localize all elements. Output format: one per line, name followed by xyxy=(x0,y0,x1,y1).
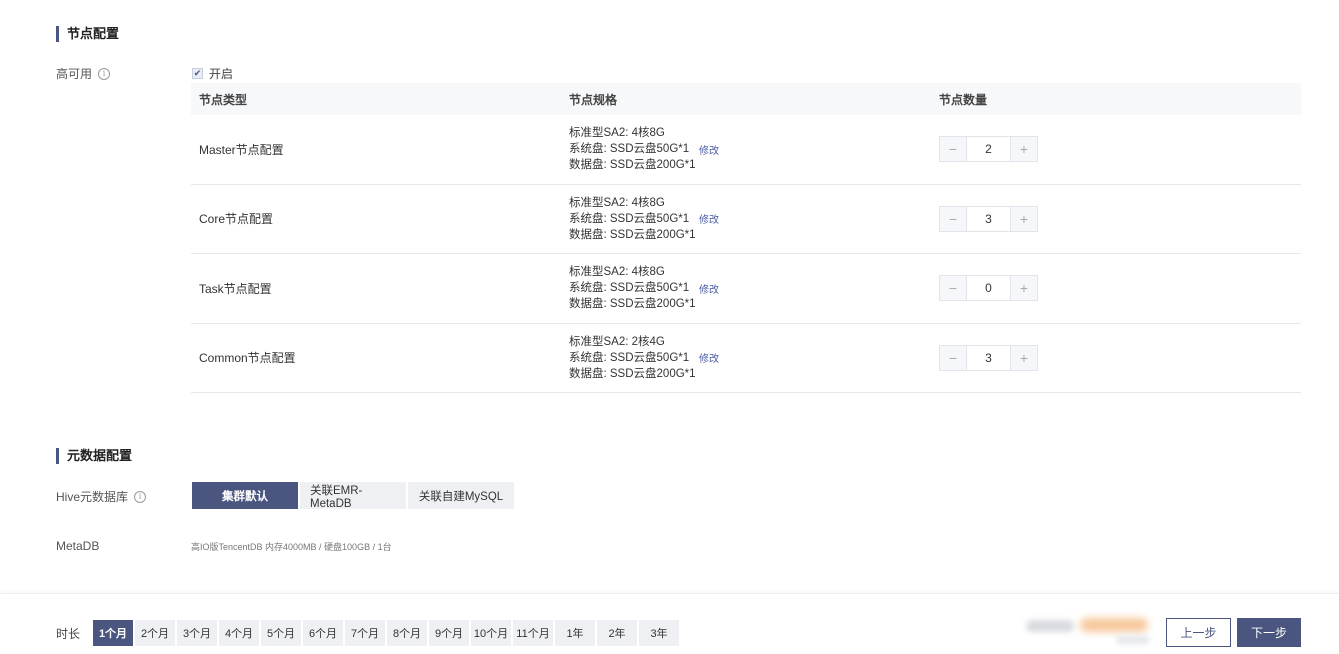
ha-label: 高可用 xyxy=(56,67,93,81)
node-type-cell: Core节点配置 xyxy=(199,212,274,227)
hive-label: Hive元数据库 xyxy=(56,490,129,504)
blurred-price-value xyxy=(1080,618,1148,632)
info-icon[interactable]: i xyxy=(134,490,147,503)
table-row-common: Common节点配置 标准型SA2: 2核4G 系统盘: SSD云盘50G*1 … xyxy=(191,324,1301,393)
spec-system-disk: 系统盘: SSD云盘50G*1 xyxy=(569,282,690,295)
table-row-core: Core节点配置 标准型SA2: 4核8G 系统盘: SSD云盘50G*1 数据… xyxy=(191,185,1301,254)
plus-icon[interactable]: + xyxy=(1011,345,1037,370)
quantity-stepper: − 3 + xyxy=(939,344,1038,371)
spec-data-disk: 数据盘: SSD云盘200G*1 xyxy=(569,298,696,311)
spec-instance: 标准型SA2: 4核8G xyxy=(569,127,665,140)
duration-option[interactable]: 1年 xyxy=(555,620,595,646)
minus-icon[interactable]: − xyxy=(940,345,966,370)
option-emr-metadb[interactable]: 关联EMR-MetaDB xyxy=(300,482,406,510)
spec-lines: 标准型SA2: 4核8G 系统盘: SSD云盘50G*1 数据盘: SSD云盘2… xyxy=(569,195,699,243)
node-type-cell: Task节点配置 xyxy=(199,281,272,296)
quantity-stepper: − 3 + xyxy=(939,205,1038,232)
plus-icon[interactable]: + xyxy=(1011,276,1037,301)
quantity-stepper: − 2 + xyxy=(939,136,1038,163)
quantity-value[interactable]: 2 xyxy=(966,137,1011,162)
node-count-cell: − 3 + xyxy=(931,205,1301,232)
node-type-cell: Master节点配置 xyxy=(199,142,284,157)
minus-icon[interactable]: − xyxy=(940,276,966,301)
footer-bar: 时长 1个月 2个月 3个月 4个月 5个月 6个月 7个月 8个月 9个月 1… xyxy=(0,593,1339,654)
duration-option[interactable]: 11个月 xyxy=(513,620,553,646)
minus-icon[interactable]: − xyxy=(940,206,966,231)
spec-data-disk: 数据盘: SSD云盘200G*1 xyxy=(569,228,696,241)
quantity-value[interactable]: 0 xyxy=(966,276,1011,301)
spec-lines: 标准型SA2: 4核8G 系统盘: SSD云盘50G*1 数据盘: SSD云盘2… xyxy=(569,264,699,312)
duration-option[interactable]: 3年 xyxy=(639,620,679,646)
duration-option[interactable]: 3个月 xyxy=(177,620,217,646)
duration-option[interactable]: 10个月 xyxy=(471,620,511,646)
duration-option[interactable]: 2年 xyxy=(597,620,637,646)
section-title-metadata-config: 元数据配置 xyxy=(56,448,132,464)
spec-lines: 标准型SA2: 2核4G 系统盘: SSD云盘50G*1 数据盘: SSD云盘2… xyxy=(569,334,699,382)
section-title-node-config: 节点配置 xyxy=(56,26,119,42)
duration-option[interactable]: 4个月 xyxy=(219,620,259,646)
column-header-node-spec: 节点规格 xyxy=(569,92,618,107)
node-spec-cell: 标准型SA2: 2核4G 系统盘: SSD云盘50G*1 数据盘: SSD云盘2… xyxy=(561,334,931,382)
metadb-info: 高IO版TencentDB 内存4000MB / 硬盘100GB / 1台 xyxy=(191,542,392,552)
hive-metastore-selector: 集群默认 关联EMR-MetaDB 关联自建MySQL xyxy=(192,482,514,510)
spec-instance: 标准型SA2: 2核4G xyxy=(569,335,665,348)
prev-step-button[interactable]: 上一步 xyxy=(1166,618,1231,647)
option-self-mysql[interactable]: 关联自建MySQL xyxy=(408,482,514,509)
edit-spec-link[interactable]: 修改 xyxy=(699,142,719,157)
node-spec-cell: 标准型SA2: 4核8G 系统盘: SSD云盘50G*1 数据盘: SSD云盘2… xyxy=(561,264,931,312)
node-table: 节点类型 节点规格 节点数量 Master节点配置 标准型SA2: 4核8G 系… xyxy=(191,83,1301,393)
quantity-value[interactable]: 3 xyxy=(966,206,1011,231)
duration-label: 时长 xyxy=(56,627,81,641)
price-summary-blurred xyxy=(1026,614,1156,648)
next-step-button[interactable]: 下一步 xyxy=(1237,618,1301,647)
edit-spec-link[interactable]: 修改 xyxy=(699,281,719,296)
node-spec-cell: 标准型SA2: 4核8G 系统盘: SSD云盘50G*1 数据盘: SSD云盘2… xyxy=(561,195,931,243)
node-type-cell: Common节点配置 xyxy=(199,351,296,366)
column-header-node-type: 节点类型 xyxy=(199,92,248,107)
edit-spec-link[interactable]: 修改 xyxy=(699,211,719,226)
blurred-price-label xyxy=(1026,620,1074,632)
info-icon[interactable]: i xyxy=(98,67,111,80)
spec-instance: 标准型SA2: 4核8G xyxy=(569,266,665,279)
ha-checkbox[interactable]: ✔ 开启 xyxy=(192,65,233,82)
spec-data-disk: 数据盘: SSD云盘200G*1 xyxy=(569,159,696,172)
node-table-header: 节点类型 节点规格 节点数量 xyxy=(191,83,1301,115)
table-row-task: Task节点配置 标准型SA2: 4核8G 系统盘: SSD云盘50G*1 数据… xyxy=(191,254,1301,324)
minus-icon[interactable]: − xyxy=(940,137,966,162)
option-cluster-default[interactable]: 集群默认 xyxy=(192,482,298,509)
spec-system-disk: 系统盘: SSD云盘50G*1 xyxy=(569,212,690,225)
blurred-price-detail xyxy=(1116,636,1150,644)
plus-icon[interactable]: + xyxy=(1011,206,1037,231)
duration-option[interactable]: 7个月 xyxy=(345,620,385,646)
node-count-cell: − 0 + xyxy=(931,275,1301,302)
node-count-cell: − 3 + xyxy=(931,344,1301,371)
spec-data-disk: 数据盘: SSD云盘200G*1 xyxy=(569,367,696,380)
edit-spec-link[interactable]: 修改 xyxy=(699,350,719,365)
quantity-value[interactable]: 3 xyxy=(966,345,1011,370)
duration-option[interactable]: 8个月 xyxy=(387,620,427,646)
ha-row-label: 高可用 i xyxy=(56,65,111,82)
duration-option[interactable]: 6个月 xyxy=(303,620,343,646)
ha-toggle-label: 开启 xyxy=(209,67,234,81)
hive-row-label: Hive元数据库 i xyxy=(56,488,147,505)
checkmark-icon[interactable]: ✔ xyxy=(192,68,203,79)
duration-option[interactable]: 5个月 xyxy=(261,620,301,646)
duration-option[interactable]: 9个月 xyxy=(429,620,469,646)
duration-selector: 1个月 2个月 3个月 4个月 5个月 6个月 7个月 8个月 9个月 10个月… xyxy=(93,620,679,646)
spec-system-disk: 系统盘: SSD云盘50G*1 xyxy=(569,143,690,156)
column-header-node-count: 节点数量 xyxy=(939,92,988,107)
duration-option[interactable]: 2个月 xyxy=(135,620,175,646)
spec-lines: 标准型SA2: 4核8G 系统盘: SSD云盘50G*1 数据盘: SSD云盘2… xyxy=(569,125,699,173)
spec-system-disk: 系统盘: SSD云盘50G*1 xyxy=(569,351,690,364)
duration-option[interactable]: 1个月 xyxy=(93,620,133,646)
node-count-cell: − 2 + xyxy=(931,136,1301,163)
quantity-stepper: − 0 + xyxy=(939,275,1038,302)
node-spec-cell: 标准型SA2: 4核8G 系统盘: SSD云盘50G*1 数据盘: SSD云盘2… xyxy=(561,125,931,173)
plus-icon[interactable]: + xyxy=(1011,137,1037,162)
table-row-master: Master节点配置 标准型SA2: 4核8G 系统盘: SSD云盘50G*1 … xyxy=(191,115,1301,185)
spec-instance: 标准型SA2: 4核8G xyxy=(569,196,665,209)
metadb-label: MetaDB xyxy=(56,539,100,553)
